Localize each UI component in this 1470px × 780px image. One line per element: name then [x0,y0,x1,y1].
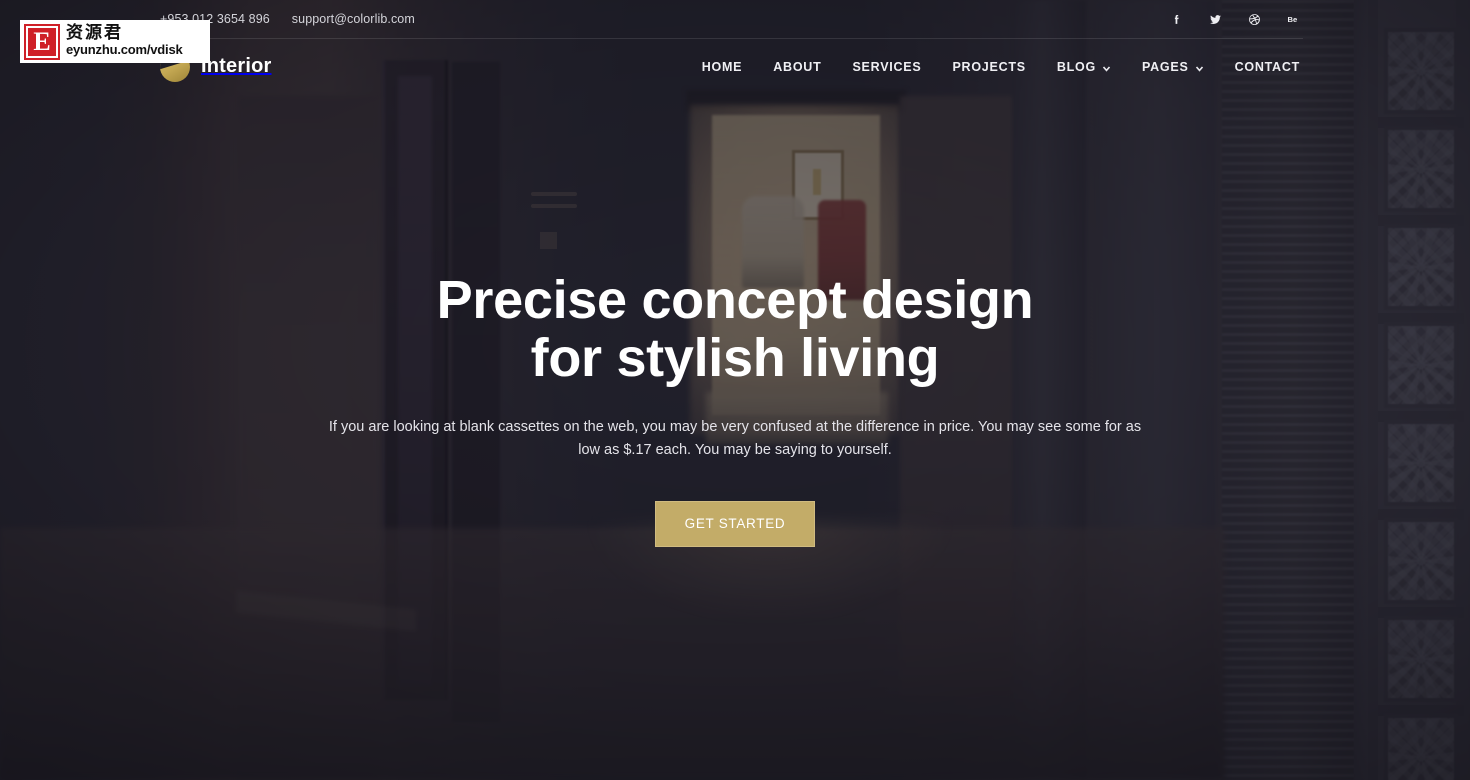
email-address[interactable]: support@colorlib.com [292,12,415,26]
nav-label: PROJECTS [952,59,1026,74]
header-divider [155,38,1303,39]
brand-name: Interior [201,55,272,77]
nav-item-pages[interactable]: PAGES [1142,60,1204,74]
top-bar: +953 012 3654 896 support@colorlib.com B… [0,0,1470,39]
site-header: +953 012 3654 896 support@colorlib.com B… [0,0,1470,95]
nav-label: PAGES [1141,59,1189,74]
social-links: Be [1170,13,1300,26]
watermark-text: 资源君 eyunzhu.com/vdisk [66,25,183,57]
get-started-button[interactable]: GET STARTED [655,500,815,547]
nav-item-home[interactable]: HOME [702,60,743,74]
main-menu: HOME ABOUT SERVICES PROJECTS BLOG PAGES … [702,60,1300,74]
nav-item-about[interactable]: ABOUT [773,60,821,74]
hero-heading: Precise concept design for stylish livin… [436,270,1034,388]
svg-text:Be: Be [1288,15,1298,24]
watermark-logo-icon: E [24,23,60,60]
nav-label: HOME [701,59,743,74]
watermark-overlay: E 资源君 eyunzhu.com/vdisk [20,20,210,63]
watermark-url-text: eyunzhu.com/vdisk [66,42,183,58]
nav-label: BLOG [1056,59,1096,74]
hero-section: +953 012 3654 896 support@colorlib.com B… [0,0,1470,780]
nav-label: SERVICES [852,59,922,74]
nav-item-services[interactable]: SERVICES [852,60,921,74]
nav-label: ABOUT [773,59,822,74]
dribbble-icon[interactable] [1248,13,1261,26]
watermark-cn-text: 资源君 [66,23,123,44]
behance-icon[interactable]: Be [1287,13,1300,26]
facebook-icon[interactable] [1170,13,1183,26]
nav-item-projects[interactable]: PROJECTS [952,60,1025,74]
hero-paragraph: If you are looking at blank cassettes on… [328,418,1142,459]
nav-item-contact[interactable]: CONTACT [1235,60,1300,74]
chevron-down-icon [1195,62,1204,72]
hero-heading-line-2: for stylish living [530,327,940,388]
nav-label: CONTACT [1234,59,1300,74]
nav-item-blog[interactable]: BLOG [1057,60,1111,74]
hero-heading-line-1: Precise concept design [436,270,1034,330]
chevron-down-icon [1102,62,1111,72]
hero-content: Precise concept design for stylish livin… [0,0,1470,780]
twitter-icon[interactable] [1209,13,1222,26]
navigation-bar: Interior HOME ABOUT SERVICES PROJECTS BL… [0,38,1470,95]
